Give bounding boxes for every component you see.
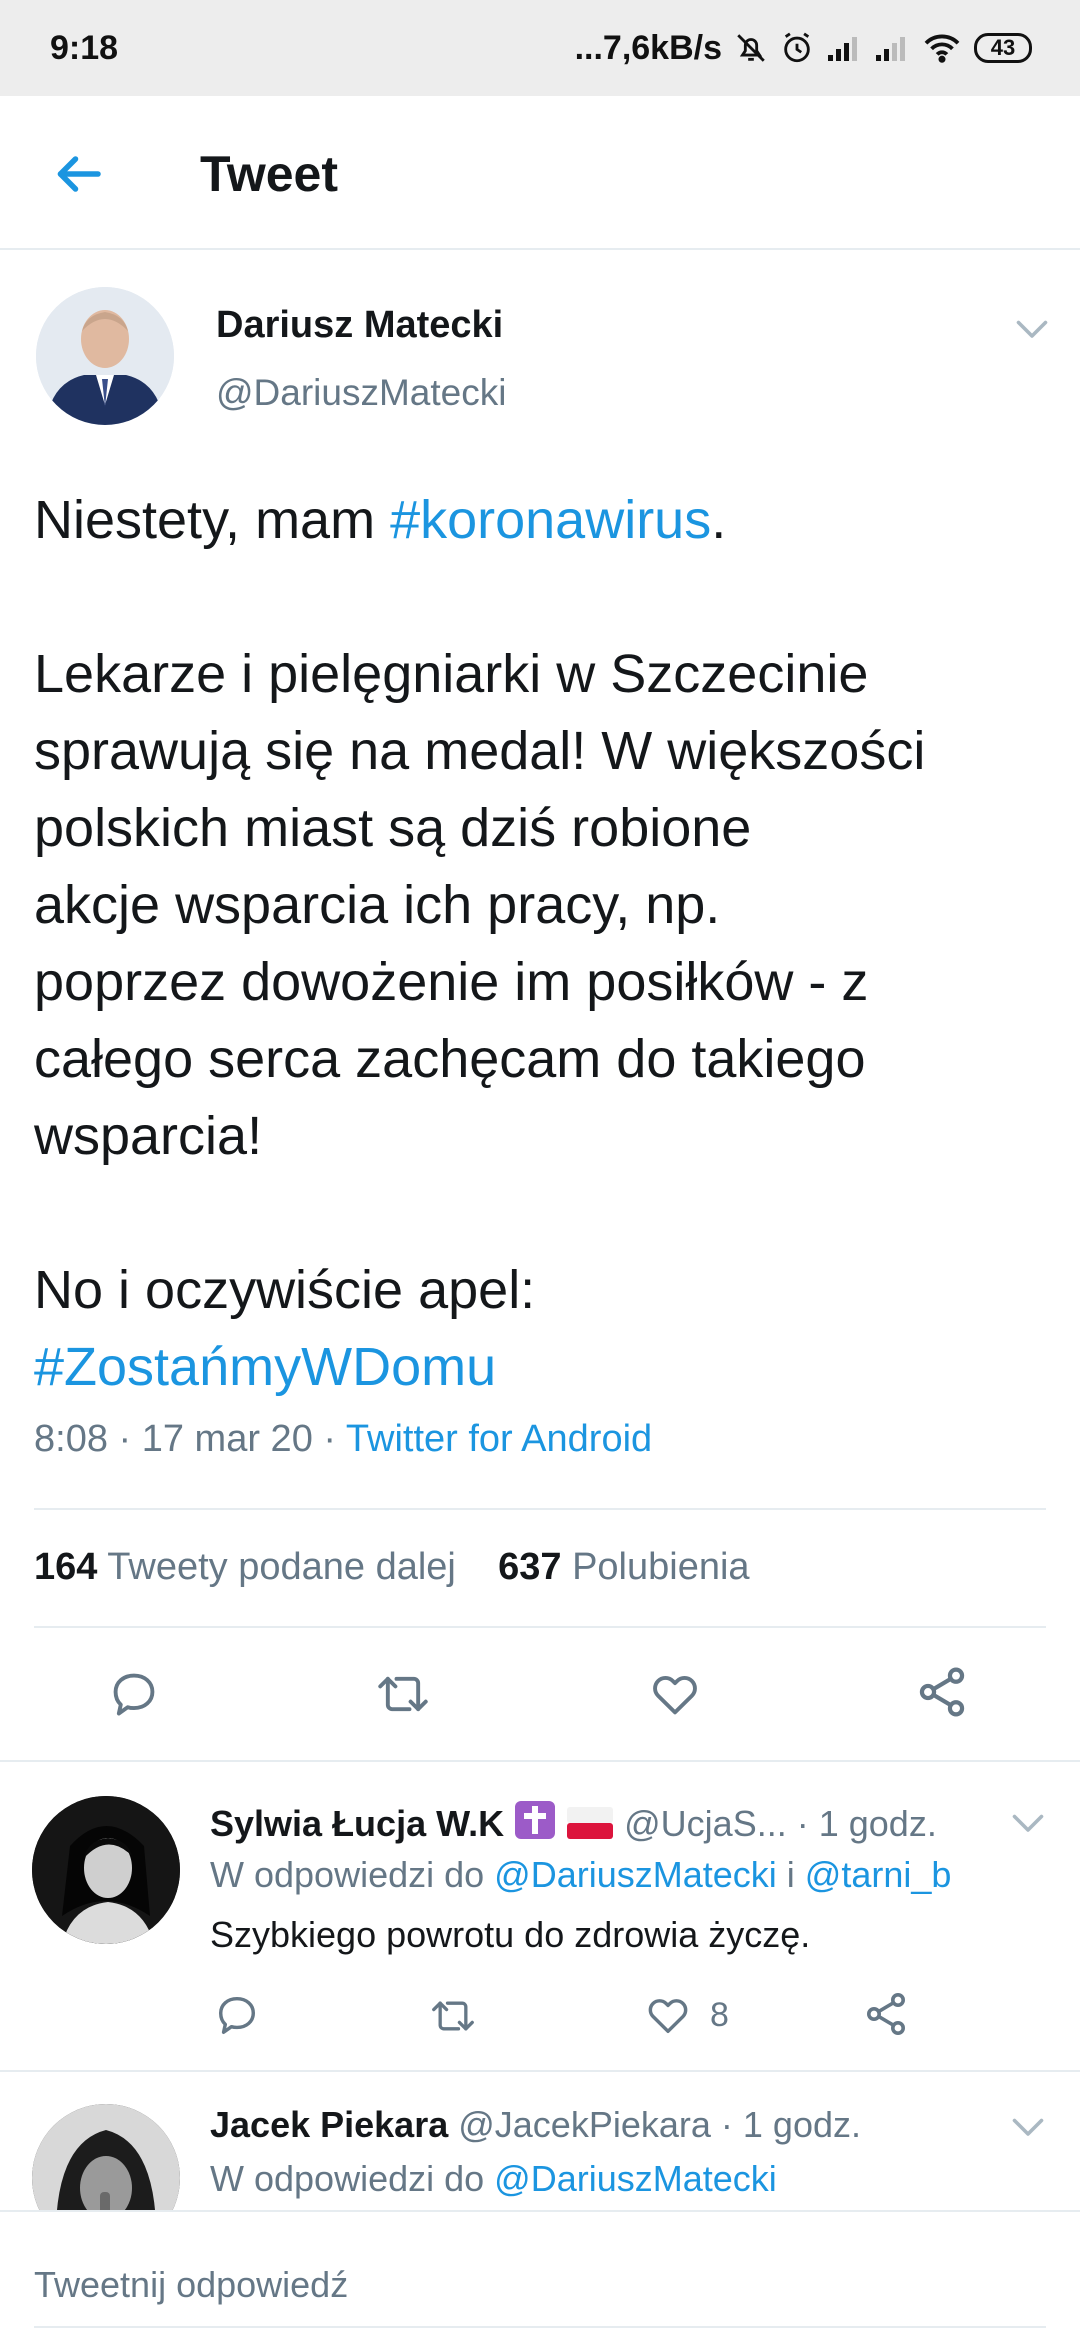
tweet-paragraph-line: akcje wsparcia ich pracy, np. [34,875,721,935]
reply-header: Jacek Piekara @JacekPiekara · 1 godz. [210,2104,861,2146]
reply-text: Szybkiego powrotu do zdrowia życzę. [210,1914,811,1955]
hashtag-link[interactable]: #ZostańmyWDomu [34,1337,496,1397]
tweet-paragraph-line: sprawują się na medal! W większości [34,721,926,781]
tweet-text-part: . [711,490,727,550]
top-bar: Tweet [0,96,1080,250]
tweet-text-part: Niestety, mam [34,490,391,550]
alarm-icon [784,32,810,63]
tweet-paragraph-line: wsparcia! [34,1106,263,1166]
wifi-icon [924,34,960,63]
likes-stat[interactable]: 637 Polubienia [498,1546,749,1588]
share-icon[interactable] [862,1990,910,2038]
arrow-left-icon[interactable] [48,144,108,204]
likes-count: 637 [498,1546,562,1588]
chevron-down-icon[interactable] [1014,318,1050,342]
tweet-paragraph-line: poprzez dowożenie im posiłków - z [34,952,869,1012]
avatar[interactable] [32,1796,180,1944]
reply-input-placeholder[interactable]: Tweetnij odpowiedź [34,2264,348,2306]
signal-icon-2 [876,37,905,61]
reply-author-handle[interactable]: @JacekPiekara [458,2104,711,2145]
chevron-down-icon[interactable] [1010,1812,1046,1836]
tweet-stats: 164 Tweety podane dalej 637 Polubienia [34,1546,750,1589]
poland-flag-icon [567,1807,614,1839]
tweet-timestamp: 8:08 · 17 mar 20 · [34,1418,346,1460]
retweet-icon[interactable] [374,1668,432,1720]
battery-icon: 43 [974,33,1032,63]
divider [34,1508,1046,1510]
status-bar: 9:18 ...7,6kB/s 43 [0,0,1080,96]
reply-to-prefix: W odpowiedzi do [210,2158,495,2199]
tweet-paragraph-line: polskich miast są dziś robione [34,798,752,858]
avatar[interactable] [36,287,174,425]
mute-bell-icon [737,34,765,62]
retweet-icon[interactable] [428,1994,478,2038]
comment-icon[interactable] [108,1668,160,1720]
reply-author-handle[interactable]: @UcjaS... [624,1803,787,1844]
share-icon[interactable] [914,1664,970,1720]
author-handle[interactable]: @DariuszMatecki [216,372,506,414]
tweet-meta: 8:08 · 17 mar 20 · Twitter for Android [34,1418,652,1461]
author-name[interactable]: Dariusz Matecki [216,304,503,347]
mention-link[interactable]: @DariuszMatecki [494,2158,777,2199]
signal-icon [828,37,857,61]
section-separator [0,1760,1080,1762]
tweet-source-link[interactable]: Twitter for Android [346,1418,652,1460]
avatar-image [36,287,174,425]
tweet-appeal-hashtag-line: #ZostańmyWDomu [34,1329,1054,1406]
mention-link[interactable]: @tarni_b [805,1854,952,1895]
like-action[interactable]: 8 [644,1992,729,2038]
reply-to-line: W odpowiedzi do @DariuszMatecki i @tarni… [210,1854,951,1896]
retweets-stat[interactable]: 164 Tweety podane dalej [34,1546,456,1588]
hashtag-link[interactable]: #koronawirus [390,490,711,550]
tweet-appeal: No i oczywiście apel: [34,1260,536,1320]
tweet-paragraph-line: Lekarze i pielęgniarki w Szczecinie [34,644,869,704]
retweets-count: 164 [34,1546,98,1588]
divider [34,1626,1046,1628]
section-separator [0,2070,1080,2072]
reply-time: · 1 godz. [796,1803,937,1844]
page-title: Tweet [200,146,338,202]
tweet-paragraph-line: całego serca zachęcam do takiego [34,1029,866,1089]
cross-emoji-icon [515,1801,556,1839]
reply-composer[interactable]: Tweetnij odpowiedź [0,2210,1080,2340]
reply-time: · 1 godz. [720,2104,861,2145]
comment-icon[interactable] [214,1992,260,2038]
status-icons: ...7,6kB/s 43 [575,29,1032,68]
mention-link[interactable]: @DariuszMatecki [494,1854,777,1895]
tweet-text: Niestety, mam #koronawirus. Lekarze i pi… [34,482,1054,1406]
heart-icon[interactable] [648,1668,702,1720]
chevron-down-icon[interactable] [1010,2116,1046,2140]
reply-to-line: W odpowiedzi do @DariuszMatecki [210,2158,777,2200]
tweet-line-1: Niestety, mam #koronawirus. [34,482,1054,559]
reply-header: Sylwia Łucja W.K @UcjaS... · 1 godz. [210,1800,937,1845]
retweets-label: Tweety podane dalej [107,1546,456,1588]
reply-author-name[interactable]: Jacek Piekara [210,2104,448,2145]
reply-author-name[interactable]: Sylwia Łucja W.K [210,1803,504,1844]
heart-icon[interactable] [644,1992,692,2038]
likes-label: Polubienia [572,1546,750,1588]
status-time: 9:18 [50,28,119,67]
like-count: 8 [710,1995,729,2034]
reply-to-prefix: W odpowiedzi do [210,1854,495,1895]
composer-underline [34,2326,1046,2328]
reply-to-joiner: i [776,1854,805,1895]
network-speed: ...7,6kB/s [574,28,722,67]
avatar-image [32,1796,180,1944]
